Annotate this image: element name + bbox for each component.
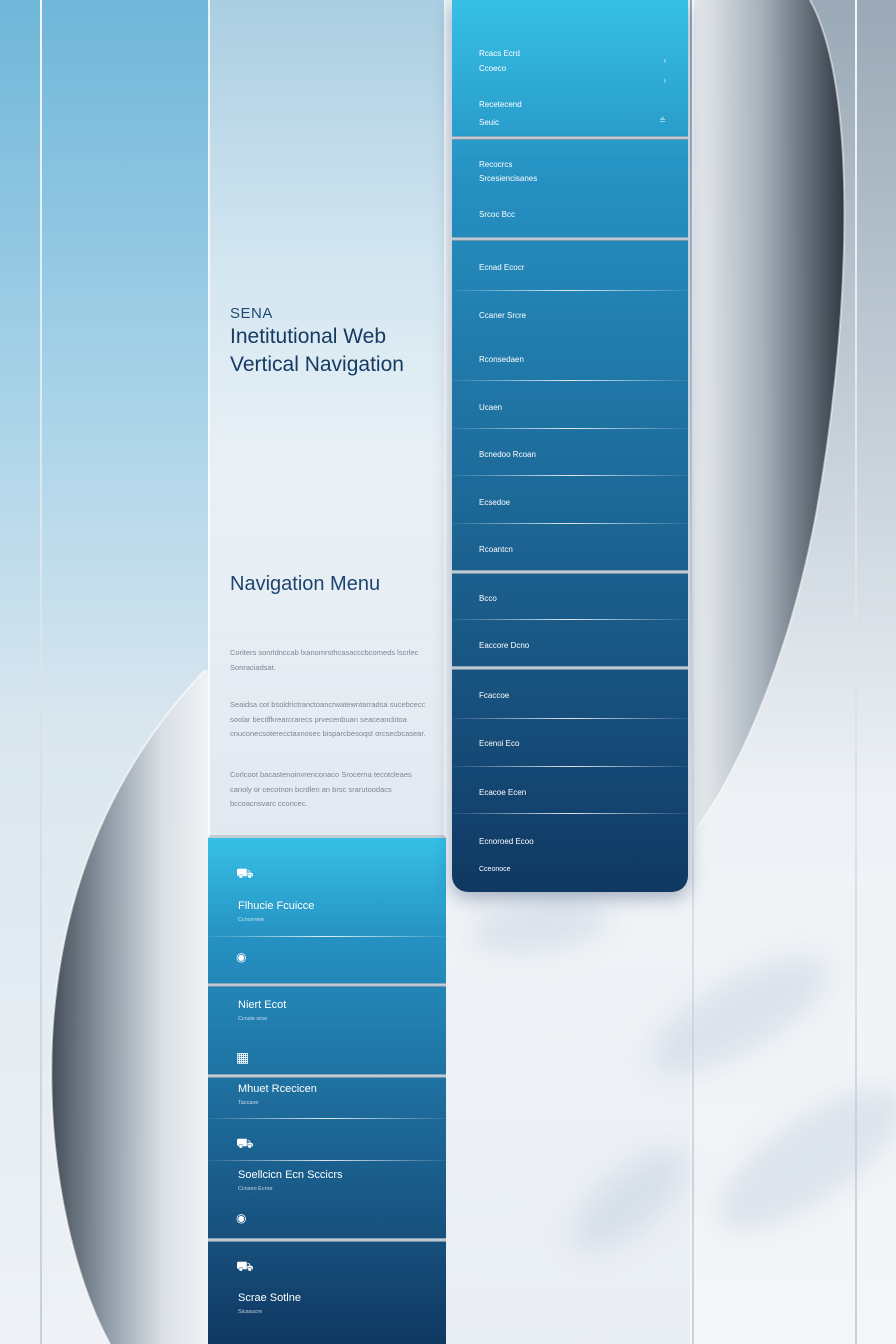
brand-subtitle: SENA [230, 305, 273, 322]
building-icon: ⛟ [236, 1135, 254, 1151]
menu-separator [452, 523, 688, 524]
menu-item[interactable]: Ccaner Srcre [452, 306, 688, 328]
menu-item[interactable]: Ecenoi Eco [452, 734, 688, 756]
menu-separator [452, 666, 688, 670]
menu-item[interactable]: Bcco [452, 589, 688, 611]
menu-item[interactable]: Ccoeco › [452, 62, 688, 85]
menu-item[interactable]: Ecsedoe [452, 493, 688, 515]
menu-item-label: Recocrcs [479, 160, 513, 169]
menu-item-label: Ecacoe Ecen [479, 788, 527, 797]
menu-item[interactable]: Cceonoce [452, 862, 688, 884]
info-panel: SENA Inetitutional Web Vertical Navigati… [208, 0, 446, 838]
menu-item-label: Ecenoi Eco [479, 739, 520, 748]
description-paragraph: Corlcoot bacastenoinvrenconaco Srocerna … [230, 770, 412, 808]
secondary-navigation-menu: ⛟ Flhucie Fcuicce Ccncenioe ◉ Niert Ecot… [208, 838, 446, 1344]
menu-item[interactable]: Bcnedoo Rcoan [452, 445, 688, 467]
page-title: Inetitutional Web Vertical Navigation [230, 325, 404, 376]
menu-item-label: Bcco [479, 594, 497, 603]
menu-item-label: Ecsedoe [479, 498, 511, 507]
menu-item[interactable]: Ecnad Ecocr [452, 258, 688, 280]
menu-item-label: Ccoeco [479, 64, 507, 73]
menu-separator [452, 237, 688, 241]
grid-icon: ▦ [236, 1049, 250, 1065]
menu-item-label: Eaccore Dcno [479, 641, 530, 650]
menu-item[interactable]: Mhuet Rcecicen Taccaoe [208, 1078, 446, 1118]
menu-separator [452, 428, 688, 429]
menu-separator [452, 718, 688, 719]
primary-navigation-menu: Rcacs Ecrd › Ccoeco › Recetecend Seuic ≗… [452, 0, 688, 892]
menu-item-caption: Ccnseo Ecnre [238, 1186, 273, 1192]
menu-item-caption: Ccncenioe [238, 917, 264, 923]
menu-item[interactable]: Ecnoroed Ecoo [452, 832, 688, 854]
menu-item[interactable]: ◉ [208, 937, 446, 983]
menu-item-label: Recetecend [479, 100, 522, 109]
menu-item[interactable]: Rcoantcn [452, 540, 688, 562]
building-icon: ⛟ [236, 865, 254, 881]
background-streak [467, 890, 613, 960]
menu-separator [452, 290, 688, 291]
menu-item[interactable]: Ecacoe Ecen [452, 783, 688, 805]
description-paragraph: Seaidsa cot bsoldrictranctoancrwatewntar… [230, 700, 426, 738]
menu-item-label: Srcoc Bcc [479, 210, 516, 219]
menu-item[interactable]: Srcesiencisanes [452, 171, 688, 189]
menu-separator [452, 619, 688, 620]
menu-item-label: Rcoantcn [479, 545, 513, 554]
menu-item-caption: Taccaoe [238, 1100, 259, 1106]
menu-item-label: Niert Ecot [238, 999, 287, 1011]
menu-item-caption: Sicasucre [238, 1309, 263, 1315]
menu-item-label: Ucaen [479, 403, 503, 412]
menu-item-label: Fcaccoe [479, 691, 510, 700]
menu-item[interactable]: Soellcicn Ecn Sccicrs Ccnseo Ecnre ◉ [208, 1161, 446, 1237]
menu-item-label: Ecnoroed Ecoo [479, 837, 534, 846]
menu-item[interactable]: Ucaen [452, 398, 688, 420]
menu-separator [452, 475, 688, 476]
menu-item[interactable]: Eaccore Dcno [452, 636, 688, 658]
divider-line [40, 0, 42, 1344]
menu-item[interactable]: Recetecend [452, 96, 688, 114]
menu-item[interactable]: Seuic ≗ [452, 114, 688, 134]
building-icon: ⛟ [236, 1258, 254, 1274]
menu-separator [452, 766, 688, 767]
menu-item[interactable]: Fcaccoe [452, 686, 688, 708]
menu-item-label: Flhucie Fcuicce [238, 900, 315, 912]
menu-item-label: Scrae Sotlne [238, 1292, 301, 1304]
menu-separator [452, 570, 688, 574]
menu-item-label: Cceonoce [479, 866, 511, 873]
divider-line [855, 0, 857, 1344]
background-streak [557, 1132, 703, 1268]
description-paragraph: Coriters sonrldnccab lxanomrsthcasacccbc… [230, 648, 419, 672]
menu-item[interactable]: Rconsedaen [452, 350, 688, 372]
menu-item-label: Bcnedoo Rcoan [479, 450, 536, 459]
menu-item-caption: Ccnsie orso [238, 1016, 268, 1022]
menu-item-label: Ecnad Ecocr [479, 263, 525, 272]
menu-item[interactable]: ⛟ Scrae Sotlne Sicasucre [208, 1242, 446, 1344]
menu-separator [452, 813, 688, 814]
menu-item-label: Mhuet Rcecicen [238, 1083, 317, 1095]
circle-icon: ◉ [236, 1211, 247, 1225]
menu-separator [452, 136, 688, 140]
divider-line [692, 0, 694, 1344]
background-left-panel [0, 0, 210, 1344]
menu-item-label: Rconsedaen [479, 355, 524, 364]
menu-item[interactable]: ▦ [208, 1047, 446, 1074]
section-heading: Navigation Menu [230, 573, 381, 595]
menu-item[interactable]: ⛟ Flhucie Fcuicce Ccncenioe [208, 838, 446, 936]
chevron-right-icon: › [663, 76, 666, 85]
menu-item[interactable]: ⛟ [208, 1119, 446, 1159]
toggle-icon: ≗ [659, 116, 666, 125]
menu-item-label: Ccaner Srcre [479, 311, 527, 320]
menu-item[interactable]: Rcacs Ecrd › [452, 44, 688, 65]
menu-separator [452, 380, 688, 381]
menu-item-label: Seuic [479, 118, 500, 127]
menu-item[interactable]: Srcoc Bcc [452, 206, 688, 226]
menu-item-label: Soellcicn Ecn Sccicrs [238, 1169, 343, 1181]
circle-icon: ◉ [236, 950, 247, 964]
menu-item[interactable]: Niert Ecot Ccnsie orso [208, 987, 446, 1047]
menu-item-label: Srcesiencisanes [479, 174, 538, 183]
menu-item-label: Rcacs Ecrd [479, 49, 520, 58]
